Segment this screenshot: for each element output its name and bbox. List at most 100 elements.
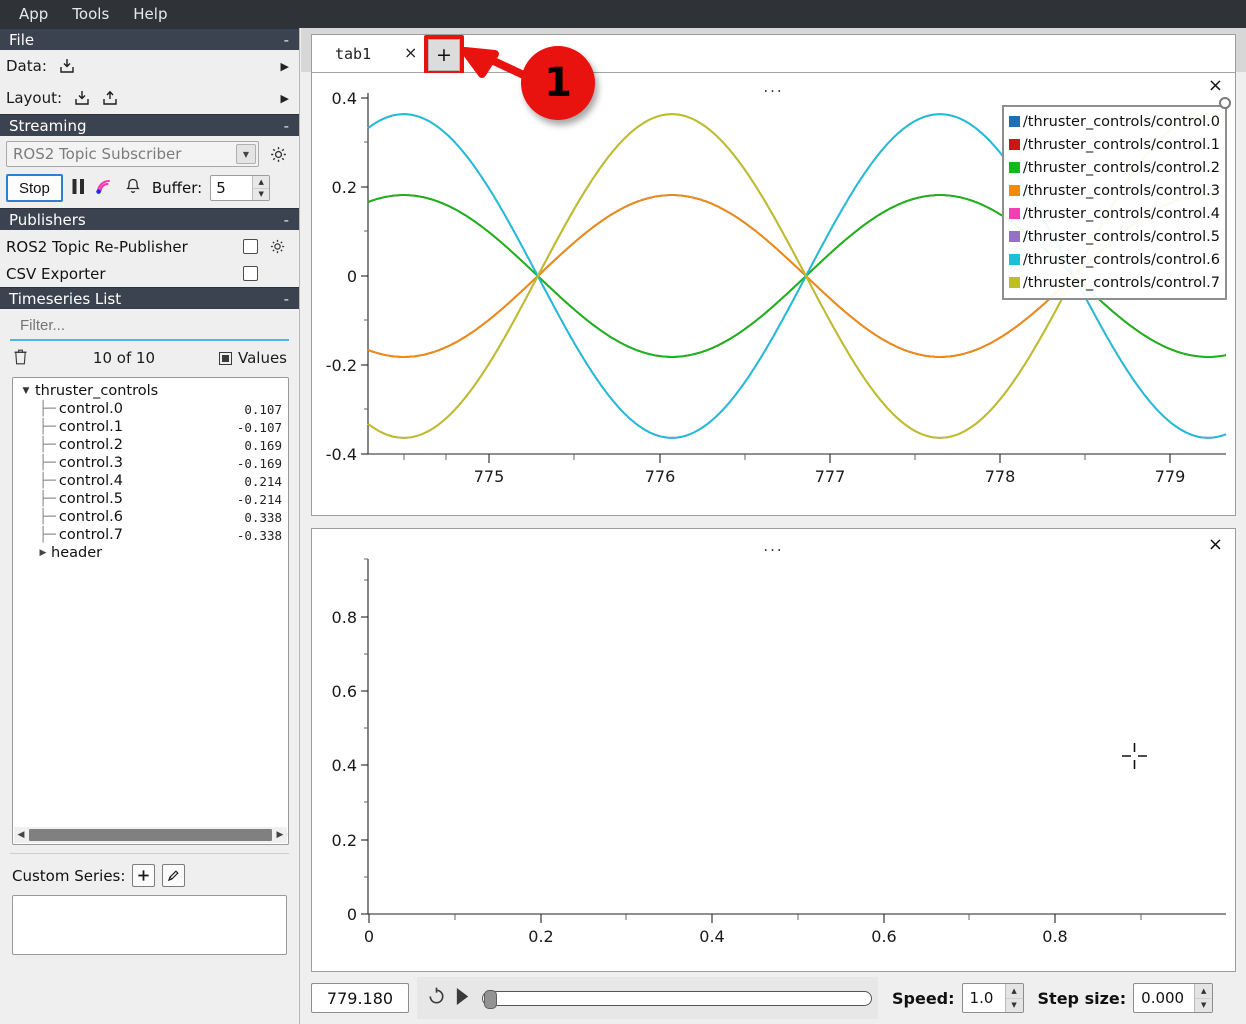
scroll-left-icon[interactable]: ◀ bbox=[14, 830, 28, 840]
speed-spinbox[interactable]: 1.0 ▲ ▼ bbox=[961, 983, 1024, 1013]
add-custom-series-button[interactable] bbox=[132, 864, 156, 887]
file-layout-row[interactable]: Layout: ▶ bbox=[0, 82, 299, 114]
legend-item[interactable]: /thruster_controls/control.4 bbox=[1008, 202, 1220, 225]
plot-bottom-ytick-4: 0 bbox=[347, 905, 357, 924]
tree-item-header[interactable]: ▶ header bbox=[17, 544, 288, 562]
menu-item-help[interactable]: Help bbox=[122, 2, 178, 27]
timeline-slider-thumb[interactable] bbox=[484, 989, 497, 1009]
file-data-row[interactable]: Data: ▶ bbox=[0, 50, 299, 82]
plot-top-legend[interactable]: /thruster_controls/control.0 /thruster_c… bbox=[1001, 105, 1227, 300]
collapse-icon-streaming[interactable]: - bbox=[284, 115, 293, 137]
tree-item[interactable]: ├─ control.3 -0.169 bbox=[17, 454, 288, 472]
chevron-down-icon[interactable]: ▼ bbox=[236, 144, 256, 164]
speed-value[interactable]: 1.0 bbox=[963, 984, 1005, 1012]
add-tab-button[interactable]: + bbox=[428, 39, 460, 71]
tree-root-thruster-controls[interactable]: ▼ thruster_controls bbox=[17, 382, 288, 400]
plot-area-panel: 1 bbox=[301, 28, 1246, 1024]
streaming-signal-icon[interactable] bbox=[94, 176, 116, 200]
tree-item-label: control.1 bbox=[58, 419, 123, 435]
collapse-icon-publishers[interactable]: - bbox=[284, 209, 293, 231]
tab-label-tab1[interactable]: tab1 bbox=[335, 45, 371, 63]
publisher-row-csv-exporter[interactable]: CSV Exporter bbox=[0, 260, 299, 287]
edit-custom-series-button[interactable] bbox=[162, 864, 186, 887]
collapse-icon-timeseries[interactable]: - bbox=[284, 288, 293, 310]
buffer-spinbox[interactable]: 5 ▲ ▼ bbox=[210, 175, 271, 201]
stepsize-spinbox[interactable]: 0.000 ▲ ▼ bbox=[1133, 983, 1214, 1013]
stepper-up-icon[interactable]: ▲ bbox=[253, 176, 270, 189]
plot-top[interactable]: ... × 0.4 0.2 0 -0.2 -0.4 775 776 777 77… bbox=[312, 73, 1235, 515]
section-header-streaming[interactable]: Streaming - bbox=[0, 114, 299, 136]
file-layout-submenu-arrow[interactable]: ▶ bbox=[281, 92, 289, 105]
streaming-source-select[interactable]: ROS2 Topic Subscriber ▼ bbox=[6, 141, 259, 167]
stepper-down-icon[interactable]: ▼ bbox=[1195, 999, 1212, 1013]
timeseries-tree[interactable]: ▼ thruster_controls ├─ control.0 0.107 ├─ c… bbox=[12, 377, 289, 845]
stepper-up-icon[interactable]: ▲ bbox=[1005, 984, 1023, 999]
tab-close-icon[interactable]: × bbox=[404, 43, 417, 62]
plot-top-ytick-2: 0 bbox=[347, 267, 357, 286]
gear-icon-republisher[interactable] bbox=[265, 235, 289, 259]
legend-item[interactable]: /thruster_controls/control.7 bbox=[1008, 271, 1220, 294]
scrollbar-thumb[interactable] bbox=[29, 829, 272, 841]
timeline-slider[interactable] bbox=[482, 989, 872, 1009]
plot-bottom-canvas[interactable]: 0.8 0.6 0.4 0.2 0 0 0.2 0.4 0.6 0.8 bbox=[312, 529, 1235, 971]
section-header-publishers[interactable]: Publishers - bbox=[0, 208, 299, 230]
tree-item[interactable]: ├─ control.0 0.107 bbox=[17, 400, 288, 418]
tree-item[interactable]: ├─ control.2 0.169 bbox=[17, 436, 288, 454]
publisher-checkbox-republisher[interactable] bbox=[243, 239, 258, 254]
tree-item[interactable]: ├─ control.4 0.214 bbox=[17, 472, 288, 490]
plot-bottom[interactable]: ... × 0.8 0.6 0.4 0.2 0 0 0.2 0.4 0.6 0.… bbox=[311, 528, 1236, 972]
menu-bar: App Tools Help bbox=[0, 0, 1246, 28]
chevron-right-icon[interactable]: ▶ bbox=[35, 548, 51, 558]
stop-button[interactable]: Stop bbox=[6, 174, 63, 202]
menu-item-app[interactable]: App bbox=[8, 2, 59, 27]
plotjuggler-window: App Tools Help File - Data: ▶ Layout: ▶ bbox=[0, 0, 1246, 1024]
pause-icon[interactable] bbox=[71, 177, 86, 200]
search-input[interactable] bbox=[10, 315, 289, 341]
import-data-icon[interactable] bbox=[56, 55, 78, 77]
stepper-down-icon[interactable]: ▼ bbox=[253, 189, 269, 201]
tree-item[interactable]: ├─ control.7 -0.338 bbox=[17, 526, 288, 544]
play-icon[interactable] bbox=[454, 986, 471, 1011]
publisher-row-republisher[interactable]: ROS2 Topic Re-Publisher bbox=[0, 233, 299, 260]
current-time-field[interactable]: 779.180 bbox=[311, 983, 409, 1013]
plot-bottom-close-icon[interactable]: × bbox=[1208, 534, 1223, 555]
legend-drag-handle[interactable] bbox=[1219, 97, 1231, 109]
values-toggle[interactable]: Values bbox=[218, 349, 287, 367]
import-layout-icon[interactable] bbox=[71, 87, 93, 109]
legend-item[interactable]: /thruster_controls/control.3 bbox=[1008, 179, 1220, 202]
publisher-checkbox-csv-exporter[interactable] bbox=[243, 266, 258, 281]
chevron-down-icon-root[interactable]: ▼ bbox=[17, 386, 35, 396]
export-layout-icon[interactable] bbox=[99, 87, 121, 109]
menu-item-tools[interactable]: Tools bbox=[61, 2, 120, 27]
plot-top-close-icon[interactable]: × bbox=[1208, 75, 1223, 96]
stepsize-value[interactable]: 0.000 bbox=[1134, 984, 1194, 1012]
trash-icon[interactable] bbox=[12, 347, 29, 370]
stepsize-stepper[interactable]: ▲ ▼ bbox=[1194, 984, 1213, 1013]
legend-item[interactable]: /thruster_controls/control.2 bbox=[1008, 156, 1220, 179]
legend-item[interactable]: /thruster_controls/control.6 bbox=[1008, 248, 1220, 271]
loop-icon[interactable] bbox=[426, 986, 447, 1011]
file-data-submenu-arrow[interactable]: ▶ bbox=[281, 60, 289, 73]
legend-item[interactable]: /thruster_controls/control.5 bbox=[1008, 225, 1220, 248]
speed-stepper[interactable]: ▲ ▼ bbox=[1004, 984, 1023, 1013]
values-radio-icon[interactable] bbox=[218, 351, 232, 365]
buffer-value[interactable]: 5 bbox=[211, 176, 252, 200]
notification-bell-icon[interactable] bbox=[124, 177, 142, 200]
tree-item[interactable]: ├─ control.1 -0.107 bbox=[17, 418, 288, 436]
legend-item[interactable]: /thruster_controls/control.0 bbox=[1008, 110, 1220, 133]
section-header-timeseries[interactable]: Timeseries List - bbox=[0, 287, 299, 309]
stepper-down-icon[interactable]: ▼ bbox=[1006, 999, 1023, 1013]
collapse-icon-file[interactable]: - bbox=[284, 29, 293, 51]
scroll-right-icon[interactable]: ▶ bbox=[273, 830, 287, 840]
stepper-up-icon[interactable]: ▲ bbox=[1195, 984, 1213, 999]
buffer-stepper[interactable]: ▲ ▼ bbox=[252, 176, 270, 201]
section-header-file[interactable]: File - bbox=[0, 28, 299, 50]
tree-horizontal-scrollbar[interactable]: ◀ ▶ bbox=[14, 827, 287, 843]
plot-top-ytick-3: -0.2 bbox=[326, 356, 357, 375]
tree-item[interactable]: ├─ control.5 -0.214 bbox=[17, 490, 288, 508]
gear-icon-streaming[interactable] bbox=[266, 142, 290, 166]
custom-series-list[interactable] bbox=[12, 895, 287, 955]
legend-item[interactable]: /thruster_controls/control.1 bbox=[1008, 133, 1220, 156]
tree-item[interactable]: ├─ control.6 0.338 bbox=[17, 508, 288, 526]
section-title-timeseries: Timeseries List bbox=[9, 289, 122, 308]
